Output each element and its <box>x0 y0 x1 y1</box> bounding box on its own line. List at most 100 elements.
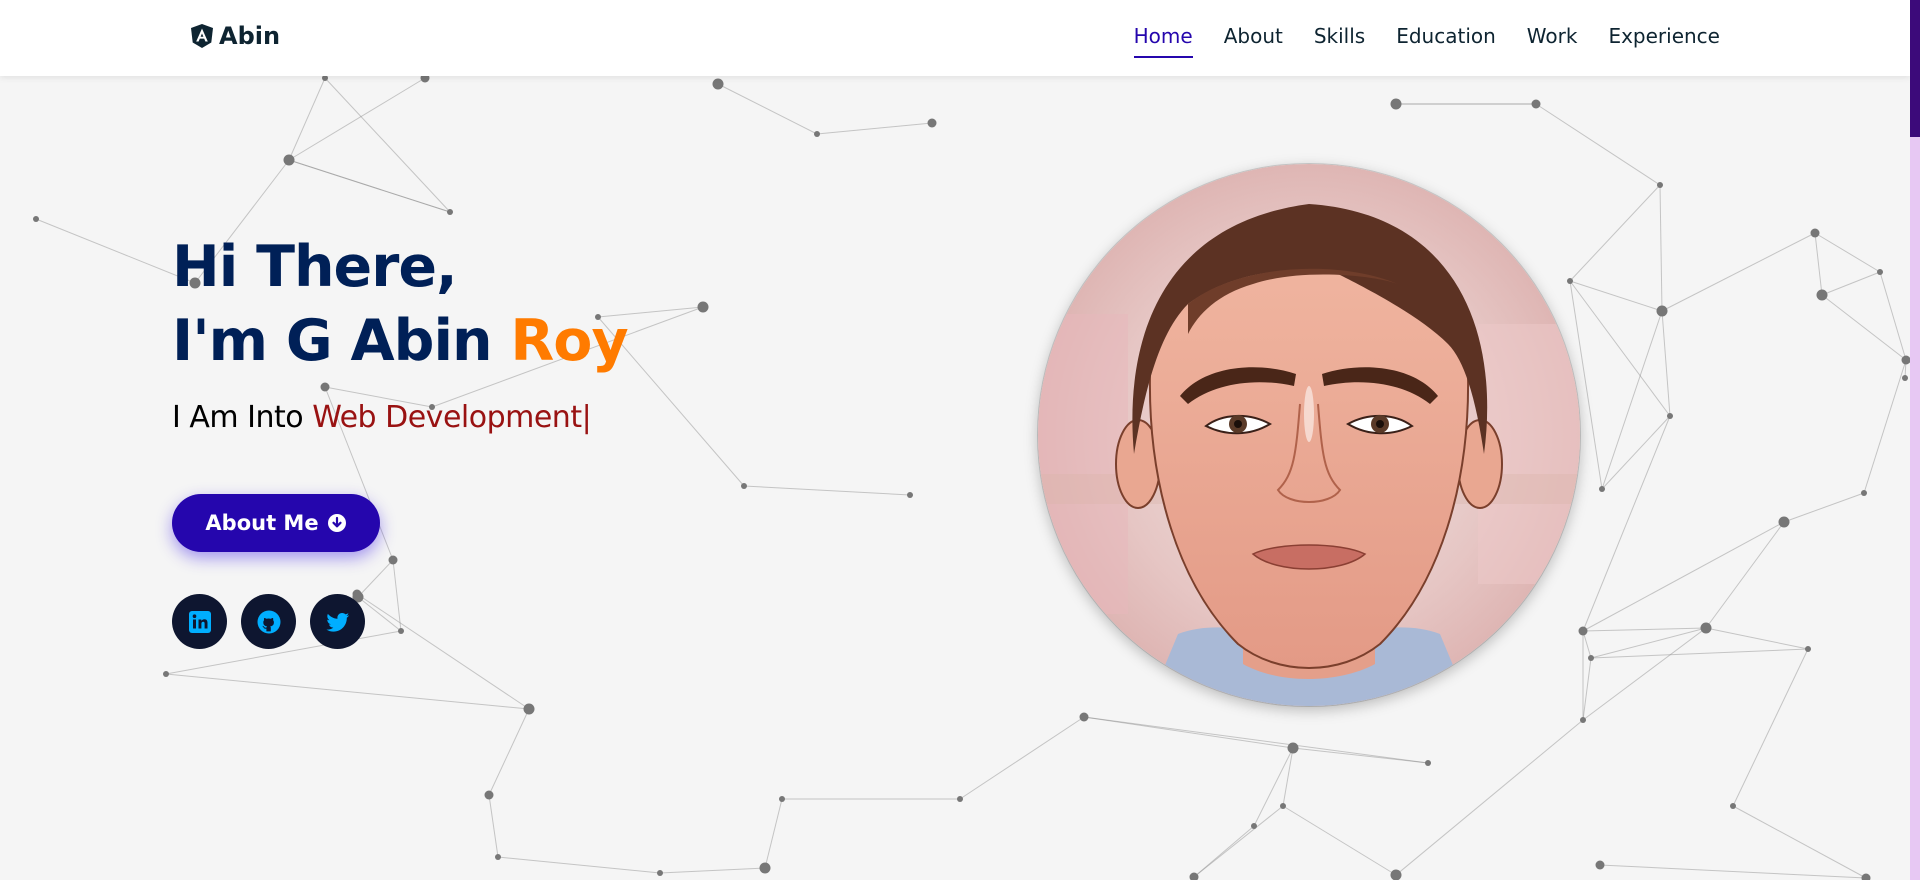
particle-node <box>1902 375 1908 381</box>
particle-node <box>697 301 709 313</box>
particle-link <box>288 77 326 161</box>
particle-link <box>1582 627 1707 721</box>
linkedin-link[interactable] <box>172 594 227 649</box>
typing-role-line: I Am Into Web Development| <box>172 398 628 438</box>
profile-illustration <box>1038 164 1580 706</box>
particle-node <box>1567 278 1573 284</box>
particle-node <box>398 628 404 634</box>
particle-node <box>1657 182 1663 188</box>
hero-heading: Hi There, I'm G Abin Roy <box>172 230 629 378</box>
github-icon <box>257 610 280 633</box>
about-me-button[interactable]: About Me <box>172 494 380 552</box>
particle-node <box>1810 228 1820 238</box>
nav-work[interactable]: Work <box>1527 20 1578 58</box>
particle-link <box>165 673 530 710</box>
particle-node <box>1280 803 1286 809</box>
particle-node <box>1251 823 1257 829</box>
particle-node <box>1189 872 1199 880</box>
particle-link <box>1582 657 1592 721</box>
particle-node <box>33 216 39 222</box>
particle-link <box>1821 294 1907 361</box>
particle-link <box>1569 280 1671 417</box>
particle-link <box>488 708 530 796</box>
brand-name: Abin <box>219 22 281 50</box>
nav-home[interactable]: Home <box>1133 20 1193 58</box>
particle-link <box>1193 805 1284 878</box>
particle-node <box>1531 99 1541 109</box>
particle-link <box>1814 232 1823 296</box>
particle-node <box>759 862 771 874</box>
particle-node <box>1901 355 1910 365</box>
particle-node <box>712 78 724 90</box>
github-link[interactable] <box>241 594 296 649</box>
linkedin-icon <box>188 610 211 633</box>
particle-node <box>1599 486 1605 492</box>
particle-node <box>484 790 494 800</box>
particle-link <box>1821 271 1881 296</box>
particle-node <box>1578 626 1588 636</box>
particle-node <box>1667 413 1673 419</box>
particle-node <box>1425 760 1431 766</box>
particle-node <box>1861 873 1871 880</box>
hero-section: Hi There, I'm G Abin Roy I Am Into Web D… <box>172 230 629 649</box>
particle-node <box>1595 860 1605 870</box>
particle-node <box>1861 490 1867 496</box>
particle-link <box>764 798 783 869</box>
typed-role: Web Development| <box>312 400 592 435</box>
particle-node <box>1816 289 1828 301</box>
particle-node <box>447 209 453 215</box>
particle-link <box>488 794 499 858</box>
particle-link <box>1590 648 1809 659</box>
particle-link <box>1569 280 1663 312</box>
particle-node <box>957 796 963 802</box>
particle-link <box>1535 103 1661 186</box>
particle-node <box>495 854 501 860</box>
particle-link <box>1705 627 1809 650</box>
particle-link <box>1582 521 1785 632</box>
particle-link <box>1282 805 1397 876</box>
particle-link <box>1661 232 1816 312</box>
particle-link <box>1599 864 1867 879</box>
particle-link <box>1395 719 1584 876</box>
particle-node <box>907 492 913 498</box>
brand-logo-link[interactable]: Abin <box>191 20 280 52</box>
particle-node <box>814 131 820 137</box>
scrollbar-thumb[interactable] <box>1910 0 1920 137</box>
particle-link <box>288 77 426 161</box>
particle-node <box>388 555 398 565</box>
particle-link <box>1083 716 1429 764</box>
hero-name-highlight: Roy <box>510 308 628 374</box>
hero-greeting: Hi There, <box>172 234 458 300</box>
nav-education[interactable]: Education <box>1396 20 1496 58</box>
particle-link <box>356 593 530 710</box>
particle-node <box>283 154 295 166</box>
particle-link <box>1879 271 1907 361</box>
nav-about[interactable]: About <box>1224 20 1283 58</box>
particle-link <box>659 867 766 874</box>
particle-link <box>1732 648 1809 807</box>
hero-intro: I'm G Abin <box>172 308 511 374</box>
main-nav: Home About Skills Education Work Experie… <box>1133 20 1720 60</box>
particle-node <box>1700 622 1712 634</box>
particle-node <box>1588 655 1594 661</box>
twitter-link[interactable] <box>310 594 365 649</box>
particle-link <box>1783 492 1865 523</box>
particle-node <box>1287 742 1299 754</box>
arrow-down-circle-icon <box>327 514 346 532</box>
role-prefix: I Am Into <box>172 400 313 435</box>
particle-link <box>1601 415 1671 490</box>
particle-node <box>1390 869 1402 880</box>
nav-skills[interactable]: Skills <box>1314 20 1365 58</box>
particle-link <box>1705 521 1785 629</box>
particle-link <box>1601 310 1663 490</box>
particle-node <box>1730 803 1736 809</box>
particle-node <box>1580 717 1586 723</box>
particle-link <box>1659 184 1663 312</box>
twitter-icon <box>325 612 349 632</box>
page-scrollbar[interactable] <box>1910 0 1920 880</box>
particle-node <box>927 118 937 128</box>
particle-node <box>1079 712 1089 722</box>
nav-experience[interactable]: Experience <box>1608 20 1720 58</box>
particle-link <box>1582 627 1707 632</box>
about-me-label: About Me <box>205 511 319 535</box>
